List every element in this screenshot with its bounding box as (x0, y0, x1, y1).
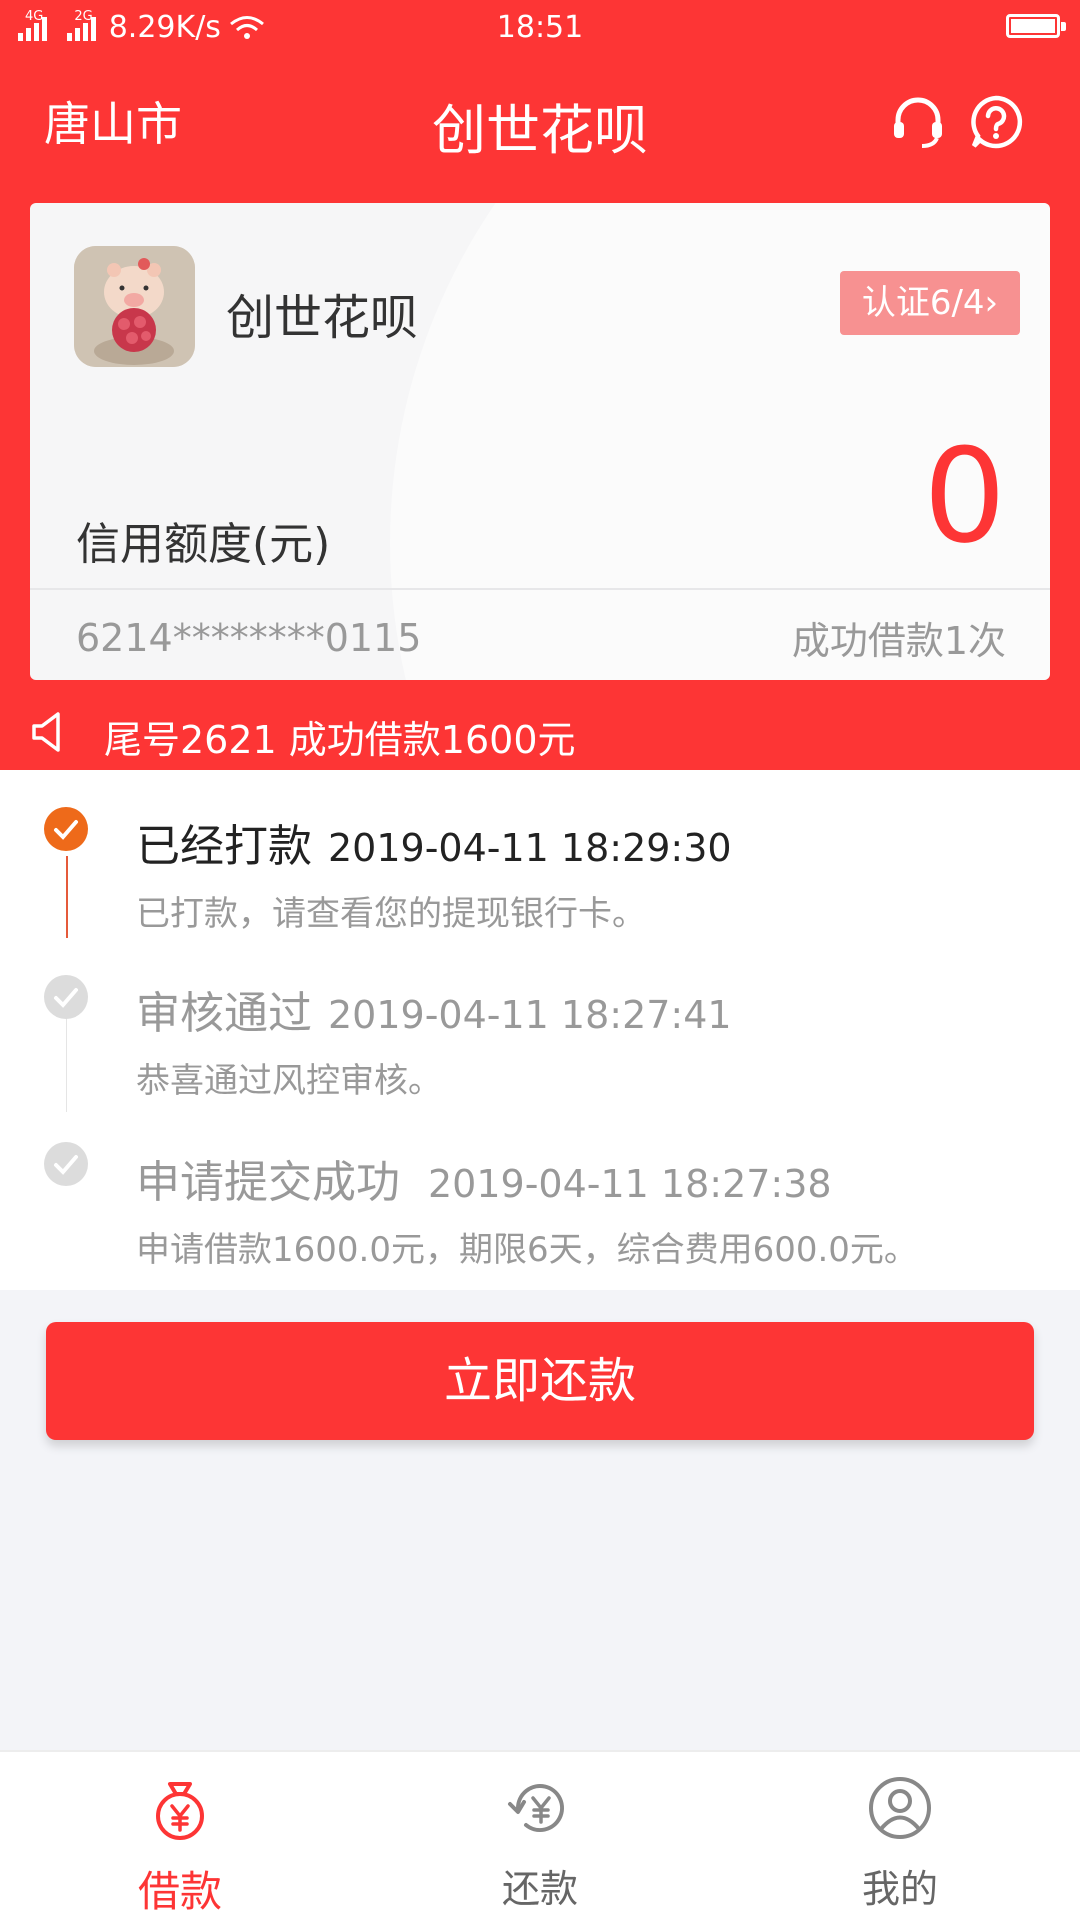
loan-count: 成功借款1次 (791, 619, 1006, 663)
battery-icon (1006, 14, 1066, 38)
app-avatar (74, 246, 195, 367)
user-icon (869, 1777, 931, 1839)
step-description: 已打款，请查看您的提现银行卡。 (136, 894, 646, 934)
step-title: 申请提交成功 (136, 1157, 400, 1208)
repay-now-button[interactable]: 立即还款 (46, 1322, 1034, 1440)
loan-timeline: 已经打款 2019-04-11 18:29:30 已打款，请查看您的提现银行卡。 … (0, 770, 1080, 1290)
help-icon[interactable] (966, 92, 1026, 152)
tab-label: 还款 (501, 1867, 578, 1911)
step-description: 恭喜通过风控审核。 (136, 1061, 442, 1101)
status-bar: 4G 2G 8.29K/s 18:51 (0, 0, 1080, 58)
pig-avatar-icon (74, 246, 195, 367)
tab-label: 我的 (861, 1867, 938, 1911)
credit-amount: 0 (923, 420, 1006, 572)
credit-card[interactable]: 创世花呗 认证6/4› 信用额度(元) 0 6214********0115 成… (30, 203, 1050, 680)
card-app-name: 创世花呗 (226, 290, 419, 346)
tab-repay[interactable]: 还款 (360, 1752, 720, 1922)
timeline-line-active (66, 856, 68, 938)
step-time: 2019-04-11 18:27:41 (328, 993, 732, 1037)
step-title: 审核通过 (136, 988, 312, 1039)
bottom-tab-bar: 借款 还款 我的 (0, 1750, 1080, 1922)
step-check-icon (44, 975, 88, 1019)
verify-label: 认证6/4 (861, 283, 985, 323)
status-time: 18:51 (496, 10, 584, 45)
step-time: 2019-04-11 18:29:30 (328, 826, 732, 870)
step-time: 2019-04-11 18:27:38 (428, 1162, 832, 1206)
tab-mine[interactable]: 我的 (720, 1752, 1080, 1922)
timeline-step: 审核通过 2019-04-11 18:27:41 (136, 977, 732, 1041)
customer-service-icon[interactable] (888, 92, 948, 152)
step-done-icon (44, 807, 88, 851)
timeline-step: 申请提交成功 2019-04-11 18:27:38 (136, 1146, 832, 1210)
repay-cycle-icon (508, 1784, 564, 1833)
chevron-right-icon: › (984, 283, 999, 323)
bank-card-number: 6214********0115 (76, 616, 422, 660)
tab-borrow[interactable]: 借款 (0, 1752, 360, 1922)
speaker-icon (32, 712, 60, 752)
money-bag-icon (156, 1782, 204, 1840)
card-divider (30, 588, 1050, 590)
step-check-icon (44, 1142, 88, 1186)
step-description: 申请借款1600.0元，期限6天，综合费用600.0元。 (136, 1230, 918, 1270)
credit-label: 信用额度(元) (76, 519, 331, 570)
notice-text: 尾号2621 成功借款1600元 (104, 718, 576, 762)
tab-label: 借款 (137, 1867, 222, 1916)
step-title: 已经打款 (136, 821, 312, 872)
timeline-step: 已经打款 2019-04-11 18:29:30 (136, 810, 732, 874)
verify-badge[interactable]: 认证6/4› (840, 271, 1020, 335)
